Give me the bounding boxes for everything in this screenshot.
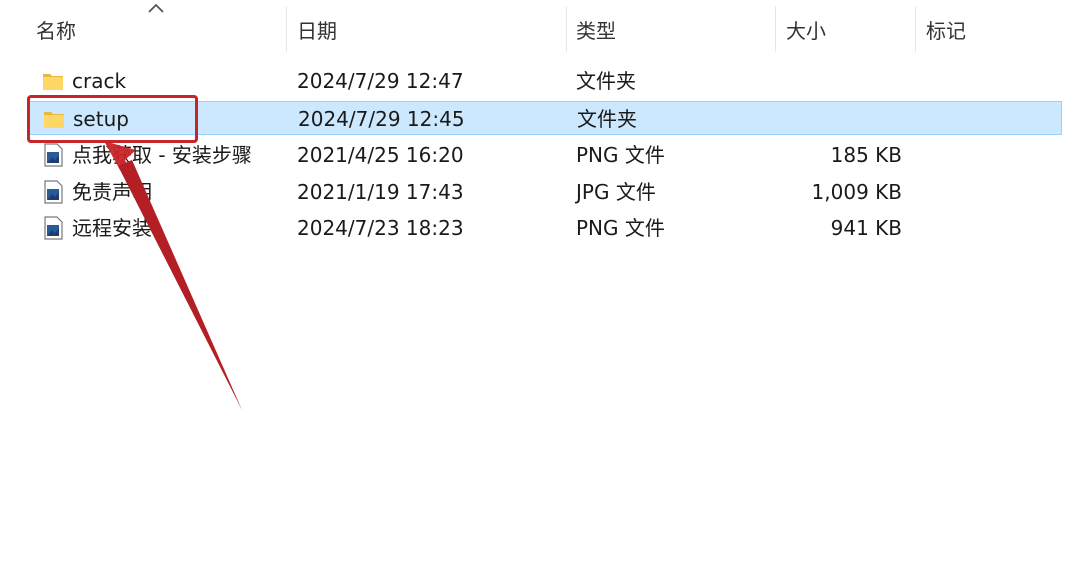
- file-type: 文件夹: [576, 69, 636, 93]
- file-type: PNG 文件: [576, 216, 665, 240]
- annotation-highlight-box: [27, 95, 198, 143]
- file-date: 2021/1/19 17:43: [297, 180, 464, 204]
- column-header-type-label: 类型: [576, 18, 616, 43]
- file-size: 941 KB: [830, 216, 902, 240]
- file-row-remote-install[interactable]: 远程安装 2024/7/23 18:23 PNG 文件 941 KB: [28, 211, 1062, 245]
- file-name: crack: [72, 69, 127, 93]
- column-header-size[interactable]: 大小: [778, 0, 914, 58]
- file-row-install-steps[interactable]: 点我获取 - 安装步骤 2021/4/25 16:20 PNG 文件 185 K…: [28, 138, 1062, 172]
- column-divider[interactable]: [566, 6, 567, 52]
- file-date: 2024/7/29 12:45: [298, 107, 465, 131]
- file-explorer-view: 名称 日期 类型 大小 标记 crack 2024/7/29 12:47 文件夹: [0, 0, 1080, 573]
- file-name: 点我获取 - 安装步骤: [72, 143, 252, 167]
- column-header-date[interactable]: 日期: [289, 0, 565, 58]
- file-size: 185 KB: [830, 143, 902, 167]
- column-divider[interactable]: [286, 6, 287, 52]
- file-name: 免责声明: [72, 180, 152, 204]
- column-header-tags[interactable]: 标记: [918, 0, 1068, 58]
- column-header-date-label: 日期: [297, 18, 337, 43]
- file-size: [701, 102, 903, 136]
- folder-icon: [43, 74, 63, 90]
- column-header-size-label: 大小: [786, 18, 826, 43]
- column-header-row: 名称 日期 类型 大小 标记: [0, 0, 1080, 60]
- file-date: 2024/7/29 12:47: [297, 69, 464, 93]
- image-file-icon: [44, 180, 63, 204]
- file-type: 文件夹: [577, 107, 637, 131]
- column-divider[interactable]: [915, 6, 916, 52]
- column-header-type[interactable]: 类型: [568, 0, 774, 58]
- file-date: 2021/4/25 16:20: [297, 143, 464, 167]
- image-file-icon: [44, 143, 63, 167]
- file-row-crack[interactable]: crack 2024/7/29 12:47 文件夹: [28, 64, 1062, 98]
- file-name: 远程安装: [72, 216, 152, 240]
- column-header-name[interactable]: 名称: [28, 0, 285, 58]
- file-type: PNG 文件: [576, 143, 665, 167]
- column-divider[interactable]: [775, 6, 776, 52]
- file-date: 2024/7/23 18:23: [297, 216, 464, 240]
- column-header-tags-label: 标记: [926, 18, 966, 43]
- file-row-disclaimer[interactable]: 免责声明 2021/1/19 17:43 JPG 文件 1,009 KB: [28, 175, 1062, 209]
- file-type: JPG 文件: [576, 180, 656, 204]
- column-header-name-label: 名称: [36, 18, 76, 43]
- image-file-icon: [44, 216, 63, 240]
- file-size: [700, 64, 902, 98]
- file-size: 1,009 KB: [811, 180, 902, 204]
